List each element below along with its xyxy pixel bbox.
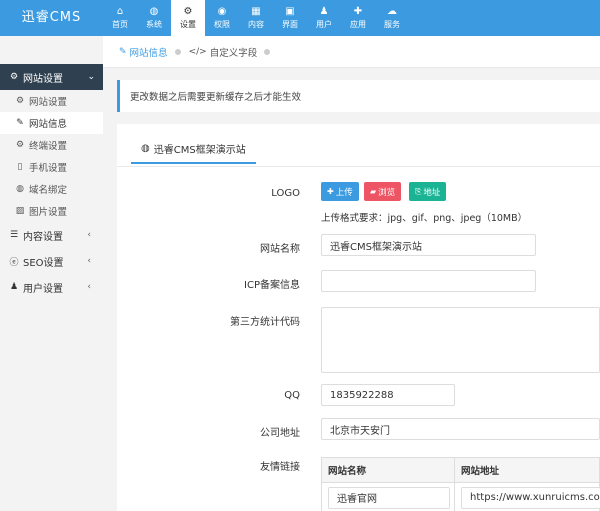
sidebar-item-mobile-settings[interactable]: ▯ 手机设置 [0, 156, 103, 178]
top-bar: 迅睿CMS ⌂ 首页 ◍ 系统 ⚙ 设置 ◉ 权限 ▦ 内容 ▣ 界面 ♟ 用户 ✚ 应用 ☁ 服… [0, 0, 600, 36]
ie-icon: ⓔ [9, 257, 19, 268]
sidebar-group-content-settings[interactable]: ☰ 内容设置 ‹ [0, 222, 103, 248]
friend-links-table: 网站名称 网站地址 迅睿官网 https://www.xunruicms.com [321, 457, 600, 511]
folder-icon: ▰ [370, 187, 377, 196]
qq-label: QQ [284, 390, 300, 401]
table-cell: 迅睿官网 [322, 482, 456, 511]
table-row: 迅睿官网 https://www.xunruicms.com [322, 482, 600, 511]
nav-item-system[interactable]: ◍ 系统 [137, 0, 171, 36]
puzzle-icon: ✚ [353, 6, 363, 17]
company-address-input[interactable]: 北京市天安门 [321, 418, 600, 440]
link-name-input[interactable]: 迅睿官网 [328, 486, 450, 509]
globe-icon: ◍ [141, 142, 150, 154]
nav-item-interface[interactable]: ▣ 界面 [273, 0, 307, 36]
user-circle-icon: ◉ [217, 6, 227, 17]
form-panel: ◍ 迅睿CMS框架演示站 LOGO ✚ 上传 ▰ 浏览 ⎘ 地址 上传格式要求：jpg… [117, 124, 600, 511]
nav-item-services[interactable]: ☁ 服务 [375, 0, 409, 36]
gear-icon: ⚙ [9, 72, 19, 82]
tab-dot [264, 48, 271, 55]
sidebar-group-seo-settings[interactable]: ⓔ SEO设置 ‹ [0, 248, 103, 274]
code-icon: </> [188, 46, 207, 57]
column-header-site-name: 网站名称 [322, 458, 456, 482]
cloud-icon: ☁ [387, 6, 397, 17]
nav-item-apps[interactable]: ✚ 应用 [341, 0, 375, 36]
tab-custom-fields[interactable]: </> 自定义字段 [189, 45, 271, 59]
gear-icon: ⚙ [15, 96, 25, 106]
sidebar-item-terminal-settings[interactable]: ⚙ 终端设置 [0, 134, 103, 156]
page-tabs: ✎ 网站信息 </> 自定义字段 [103, 36, 600, 68]
sidebar-group-user-settings[interactable]: ♟ 用户设置 ‹ [0, 274, 103, 300]
chevron-down-icon: ⌄ [87, 72, 95, 82]
chevron-left-icon: ‹ [87, 230, 91, 240]
home-icon: ⌂ [116, 6, 124, 17]
nav-item-settings[interactable]: ⚙ 设置 [171, 0, 205, 36]
html5-icon: ▣ [285, 6, 295, 17]
link-url-input[interactable]: https://www.xunruicms.com [461, 486, 600, 509]
bars-icon: ☰ [9, 230, 19, 240]
site-name-input[interactable]: 迅睿CMS框架演示站 [321, 234, 536, 256]
nav-item-home[interactable]: ⌂ 首页 [103, 0, 137, 36]
icp-label: ICP备案信息 [244, 280, 300, 291]
edit-icon: ✎ [119, 46, 127, 57]
table-header: 网站名称 网站地址 [322, 458, 599, 482]
edit-icon: ✎ [16, 118, 24, 128]
globe-icon: ◍ [16, 184, 24, 194]
logo-label: LOGO [271, 188, 300, 199]
upload-format-hint: 上传格式要求：jpg、gif、png、jpeg（10MB） [321, 213, 528, 224]
site-name-label: 网站名称 [260, 244, 300, 255]
chevron-left-icon: ‹ [87, 256, 91, 266]
company-address-label: 公司地址 [260, 428, 300, 439]
sidebar-group-site-settings[interactable]: ⚙ 网站设置 ⌄ [0, 64, 103, 90]
qq-input[interactable]: 1835922288 [321, 384, 455, 406]
globe-icon: ◍ [149, 6, 159, 17]
cogs-icon: ⚙ [15, 140, 25, 150]
table-cell: https://www.xunruicms.com [455, 483, 600, 511]
sidebar-item-site-info[interactable]: ✎ 网站信息 [0, 112, 103, 134]
sidebar-item-image-settings[interactable]: ▨ 图片设置 [0, 200, 103, 222]
top-nav: ⌂ 首页 ◍ 系统 ⚙ 设置 ◉ 权限 ▦ 内容 ▣ 界面 ♟ 用户 ✚ 应用 ☁ 服务 [103, 0, 409, 36]
cogs-icon: ⚙ [183, 6, 193, 17]
upload-button[interactable]: ✚ 上传 [321, 182, 359, 201]
address-button[interactable]: ⎘ 地址 [409, 182, 447, 201]
nav-item-users[interactable]: ♟ 用户 [307, 0, 341, 36]
plus-icon: ✚ [327, 187, 334, 196]
mobile-icon: ▯ [17, 162, 23, 172]
panel-tab-site[interactable]: ◍ 迅睿CMS框架演示站 [131, 134, 256, 164]
stats-code-textarea[interactable] [321, 307, 600, 373]
user-icon: ♟ [319, 6, 329, 17]
app-logo[interactable]: 迅睿CMS [0, 0, 103, 36]
chevron-left-icon: ‹ [87, 282, 91, 292]
nav-item-content[interactable]: ▦ 内容 [239, 0, 273, 36]
sidebar-item-site-settings[interactable]: ⚙ 网站设置 [0, 90, 103, 112]
column-header-site-url: 网站地址 [461, 466, 500, 477]
link-icon: ⎘ [415, 186, 422, 196]
cache-notice: 更改数据之后需要更新缓存之后才能生效 [117, 80, 600, 112]
browse-button[interactable]: ▰ 浏览 [364, 182, 402, 201]
grid-icon: ▦ [251, 6, 261, 17]
tab-dot [174, 48, 181, 55]
user-icon: ♟ [9, 282, 19, 292]
icp-input[interactable] [321, 270, 536, 292]
sidebar-item-domain-binding[interactable]: ◍ 域名绑定 [0, 178, 103, 200]
image-icon: ▨ [15, 206, 25, 216]
sidebar: ⚙ 网站设置 ⌄ ⚙ 网站设置 ✎ 网站信息 ⚙ 终端设置 ▯ 手机设置 ◍ 域名绑定 ▨… [0, 36, 103, 511]
tab-site-info[interactable]: ✎ 网站信息 [119, 45, 181, 59]
panel-divider [117, 166, 600, 167]
stats-code-label: 第三方统计代码 [230, 317, 300, 328]
nav-item-permissions[interactable]: ◉ 权限 [205, 0, 239, 36]
friend-links-label: 友情链接 [260, 462, 300, 473]
